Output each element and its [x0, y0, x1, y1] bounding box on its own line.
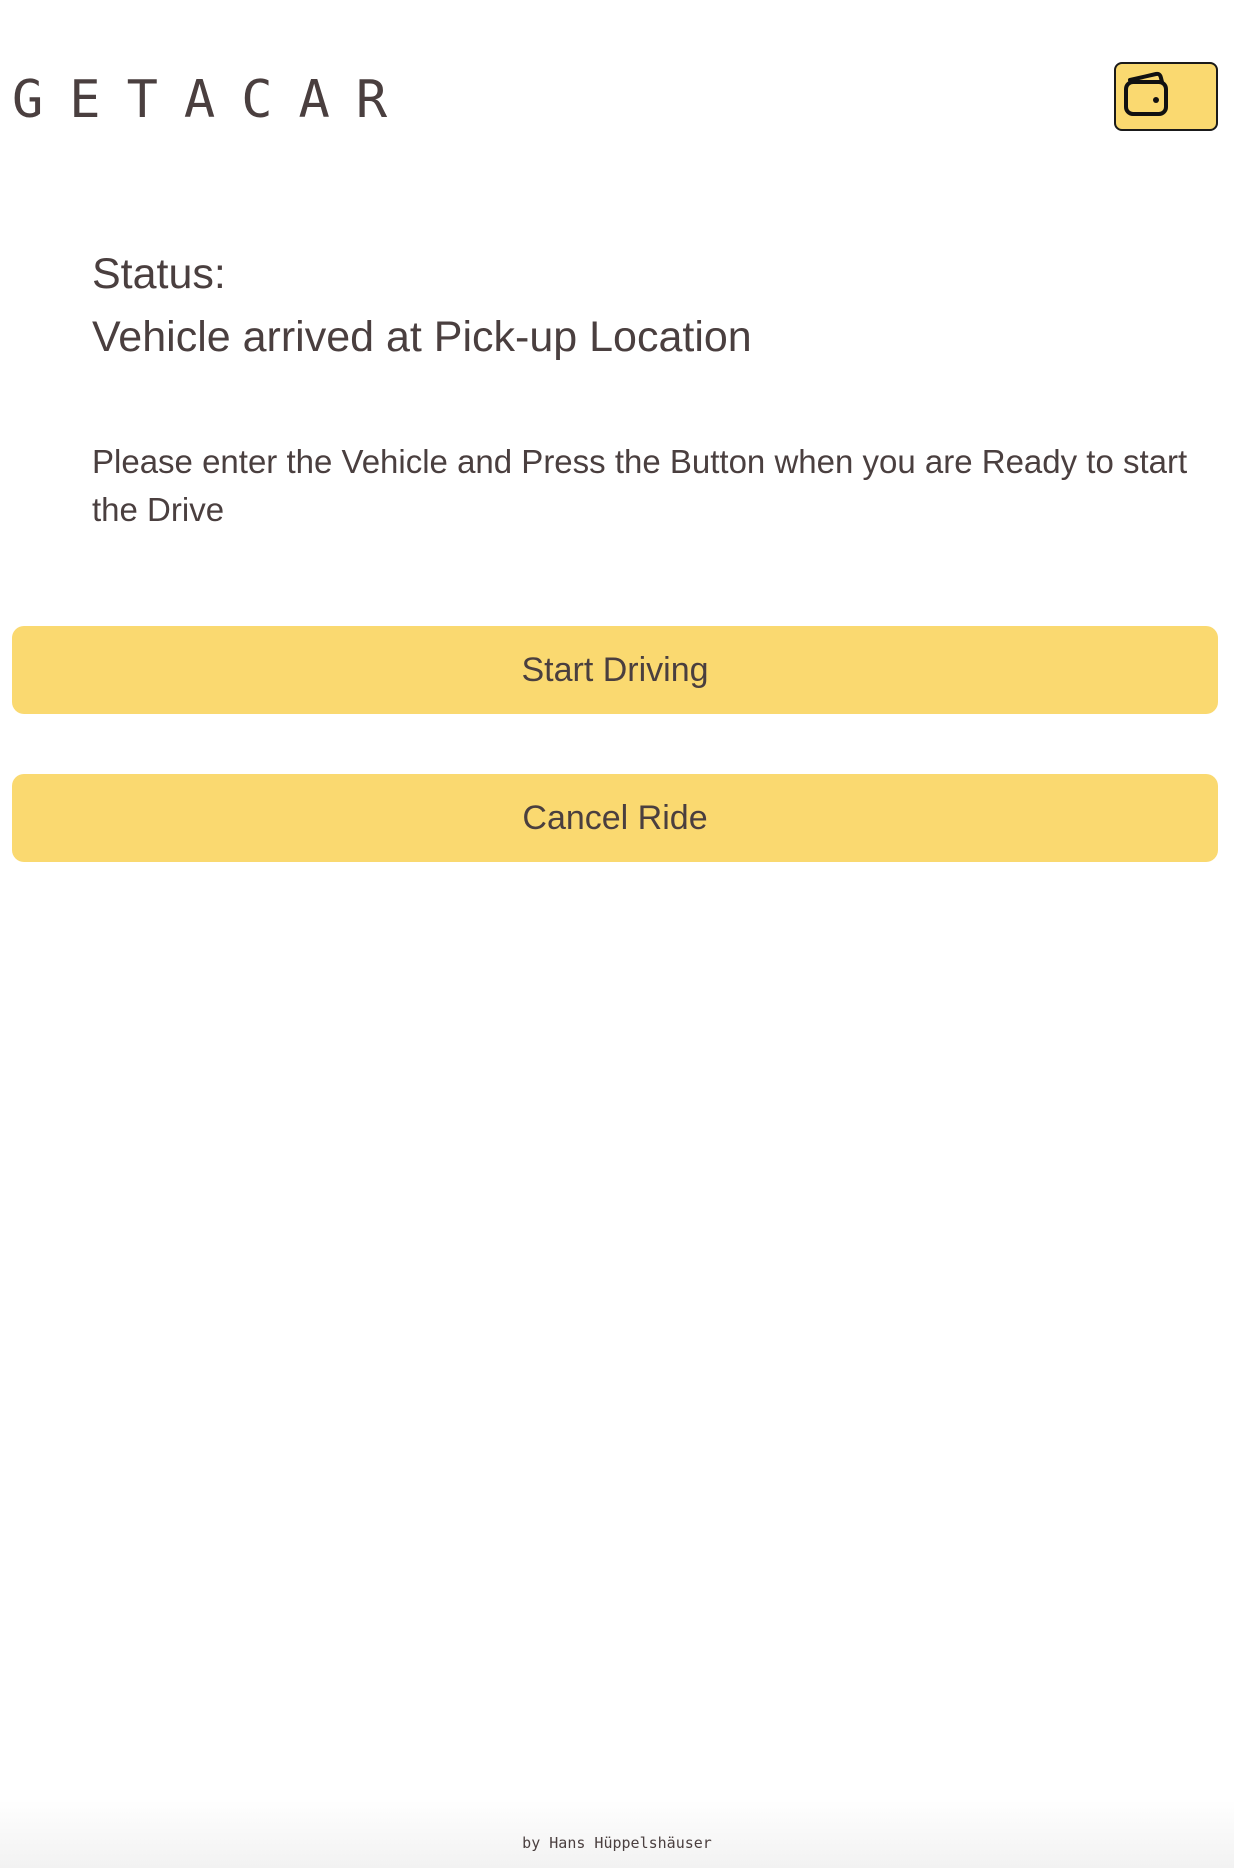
cancel-ride-button[interactable]: Cancel Ride: [12, 774, 1218, 862]
status-value: Vehicle arrived at Pick-up Location: [92, 313, 752, 361]
instructions-text: Please enter the Vehicle and Press the B…: [92, 443, 1188, 528]
wallet-icon: [1124, 71, 1168, 116]
app-header: GETACAR: [0, 0, 1234, 200]
app-logo: GETACAR: [12, 70, 414, 130]
start-driving-button[interactable]: Start Driving: [12, 626, 1218, 714]
wallet-button[interactable]: [1114, 62, 1218, 131]
page-footer: by Hans Hüppelshäuser: [0, 1800, 1234, 1868]
status-block: Status: Vehicle arrived at Pick-up Locat…: [92, 244, 1192, 370]
status-label: Status:: [92, 250, 226, 298]
footer-credit: by Hans Hüppelshäuser: [522, 1834, 712, 1852]
